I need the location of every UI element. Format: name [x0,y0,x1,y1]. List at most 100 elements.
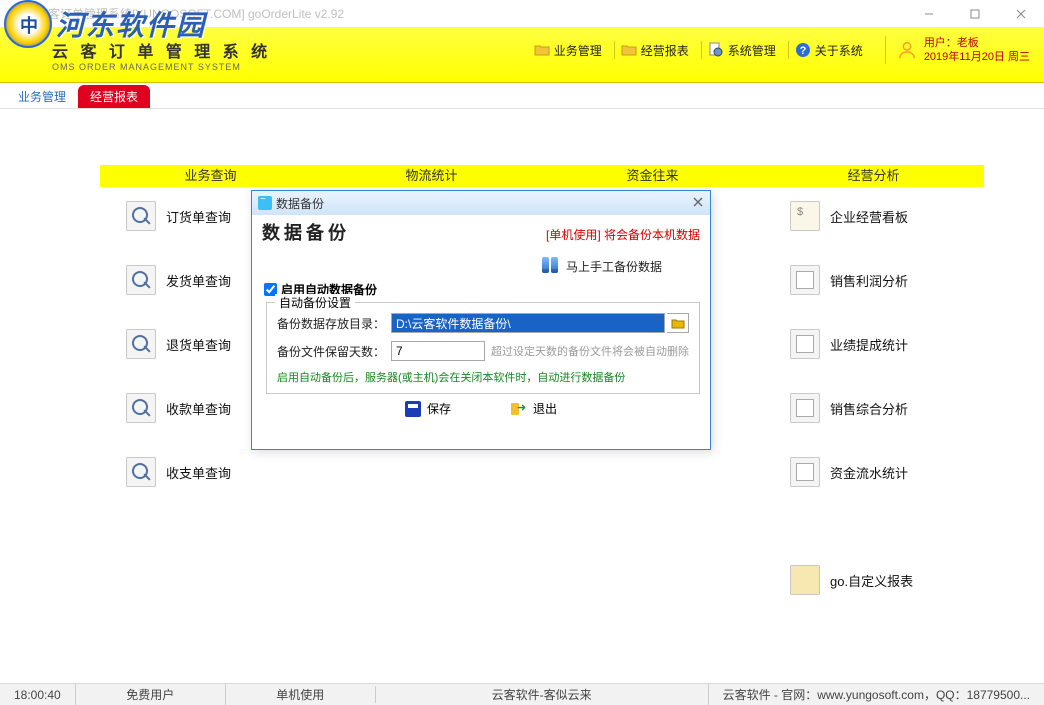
status-bar: 18:00:40 免费用户 单机使用 云客软件-客似云来 云客软件 - 官网：w… [0,683,1044,705]
column-business-query: 订货单查询 发货单查询 退货单查询 收款单查询 收支单查询 [126,201,231,487]
item-label: 收款单查询 [166,399,231,418]
days-label: 备份文件保留天数： [277,343,389,360]
report-icon [790,393,820,423]
column-analysis: 企业经营看板 销售利润分析 业绩提成统计 销售综合分析 资金流水统计 go.自定… [790,201,913,595]
report-icon [790,457,820,487]
dialog-heading: 数据备份 [262,219,350,245]
menu-reports[interactable]: 经营报表 [614,41,695,59]
item-label: 业绩提成统计 [830,335,908,354]
item-label: 资金流水统计 [830,463,908,482]
watermark-logo: 河东软件园 [4,0,206,48]
magnifier-icon [126,265,156,295]
report-icon [790,265,820,295]
item-label: 企业经营看板 [830,207,908,226]
folder-icon [534,42,550,58]
watermark-logo-icon [4,0,52,48]
magnifier-icon [126,393,156,423]
dialog-close-button[interactable] [692,196,704,211]
save-label: 保存 [427,400,451,417]
save-button[interactable]: 保存 [405,400,451,417]
close-button[interactable] [998,0,1044,28]
manual-backup-button[interactable]: 马上手工备份数据 [542,257,710,275]
item-label: go.自定义报表 [830,571,913,590]
custom-report-icon [790,565,820,595]
exit-label: 退出 [533,400,557,417]
item-label: 订货单查询 [166,207,231,226]
menu-label: 业务管理 [554,42,602,59]
category-header: 资金往来 [542,165,763,187]
status-user-type: 免费用户 [75,684,225,705]
dialog-titlebar[interactable]: 数据备份 [252,191,710,215]
item-label: 退货单查询 [166,335,231,354]
item-dashboard[interactable]: 企业经营看板 [790,201,913,231]
item-commission[interactable]: 业绩提成统计 [790,329,913,359]
maximize-button[interactable] [952,0,998,28]
status-mode: 单机使用 [225,684,375,705]
exit-icon [511,401,527,417]
item-label: 销售利润分析 [830,271,908,290]
tab-business[interactable]: 业务管理 [6,85,78,108]
magnifier-icon [126,201,156,231]
menu-label: 系统管理 [728,42,776,59]
date-label: 2019年11月20日 周三 [924,50,1030,64]
status-time: 18:00:40 [0,684,75,705]
menu-business[interactable]: 业务管理 [528,41,608,59]
person-icon [896,39,918,61]
folder-icon [621,42,637,58]
exit-button[interactable]: 退出 [511,400,557,417]
user-block: 用户：老板 2019年11月20日 周三 [885,36,1030,64]
help-icon: ? [795,42,811,58]
window-controls [906,0,1044,28]
save-icon [405,401,421,417]
category-header: 物流统计 [321,165,542,187]
menu-system[interactable]: 系统管理 [701,41,782,59]
report-icon [790,201,820,231]
watermark-logo-text: 河东软件园 [56,4,206,44]
status-center: 云客软件-客似云来 [375,686,708,703]
header-menu: 业务管理 经营报表 系统管理 ? 关于系统 用户：老板 2019年11月20日 … [528,36,1030,64]
menu-label: 经营报表 [641,42,689,59]
category-header: 业务查询 [100,165,321,187]
item-ship-query[interactable]: 发货单查询 [126,265,231,295]
auto-backup-note: 启用自动备份后，服务器(或主机)会在关闭本软件时，自动进行数据备份 [277,369,689,385]
svg-text:?: ? [799,45,806,57]
gear-doc-icon [708,42,724,58]
item-custom-report[interactable]: go.自定义报表 [790,565,913,595]
path-label: 备份数据存放目录： [277,315,389,332]
menu-about[interactable]: ? 关于系统 [788,41,869,59]
browse-button[interactable] [667,313,689,333]
tab-strip: 业务管理 经营报表 [0,83,1044,109]
tab-reports[interactable]: 经营报表 [78,85,150,108]
dialog-icon [258,196,272,210]
item-profit[interactable]: 销售利润分析 [790,265,913,295]
minimize-button[interactable] [906,0,952,28]
item-receipt-query[interactable]: 收款单查询 [126,393,231,423]
dialog-heading-note: [单机使用] 将会备份本机数据 [546,226,700,243]
item-label: 收支单查询 [166,463,231,482]
fieldset-legend: 自动备份设置 [275,294,355,311]
category-row: 业务查询 物流统计 资金往来 经营分析 [100,165,984,187]
manual-backup-label: 马上手工备份数据 [566,258,662,275]
item-return-query[interactable]: 退货单查询 [126,329,231,359]
dialog-title: 数据备份 [276,195,324,212]
item-funds[interactable]: 资金流水统计 [790,457,913,487]
user-label: 用户：老板 [924,36,1030,50]
magnifier-icon [126,457,156,487]
item-sales[interactable]: 销售综合分析 [790,393,913,423]
item-label: 发货单查询 [166,271,231,290]
item-label: 销售综合分析 [830,399,908,418]
report-icon [790,329,820,359]
category-header: 经营分析 [763,165,984,187]
auto-backup-fieldset: 自动备份设置 备份数据存放目录： 备份文件保留天数： 超过设定天数的备份文件将会… [266,302,700,394]
magnifier-icon [126,329,156,359]
dialog-header: 数据备份 [单机使用] 将会备份本机数据 [252,215,710,251]
retain-days-input[interactable] [391,341,485,361]
item-io-query[interactable]: 收支单查询 [126,457,231,487]
backup-dialog: 数据备份 数据备份 [单机使用] 将会备份本机数据 马上手工备份数据 启用自动数… [251,190,711,450]
menu-label: 关于系统 [815,42,863,59]
item-order-query[interactable]: 订货单查询 [126,201,231,231]
database-icon [542,257,560,275]
app-title-en: OMS ORDER MANAGEMENT SYSTEM [52,62,271,72]
status-right: 云客软件 - 官网：www.yungosoft.com，QQ：18779500.… [708,684,1044,705]
backup-path-input[interactable] [391,313,665,333]
